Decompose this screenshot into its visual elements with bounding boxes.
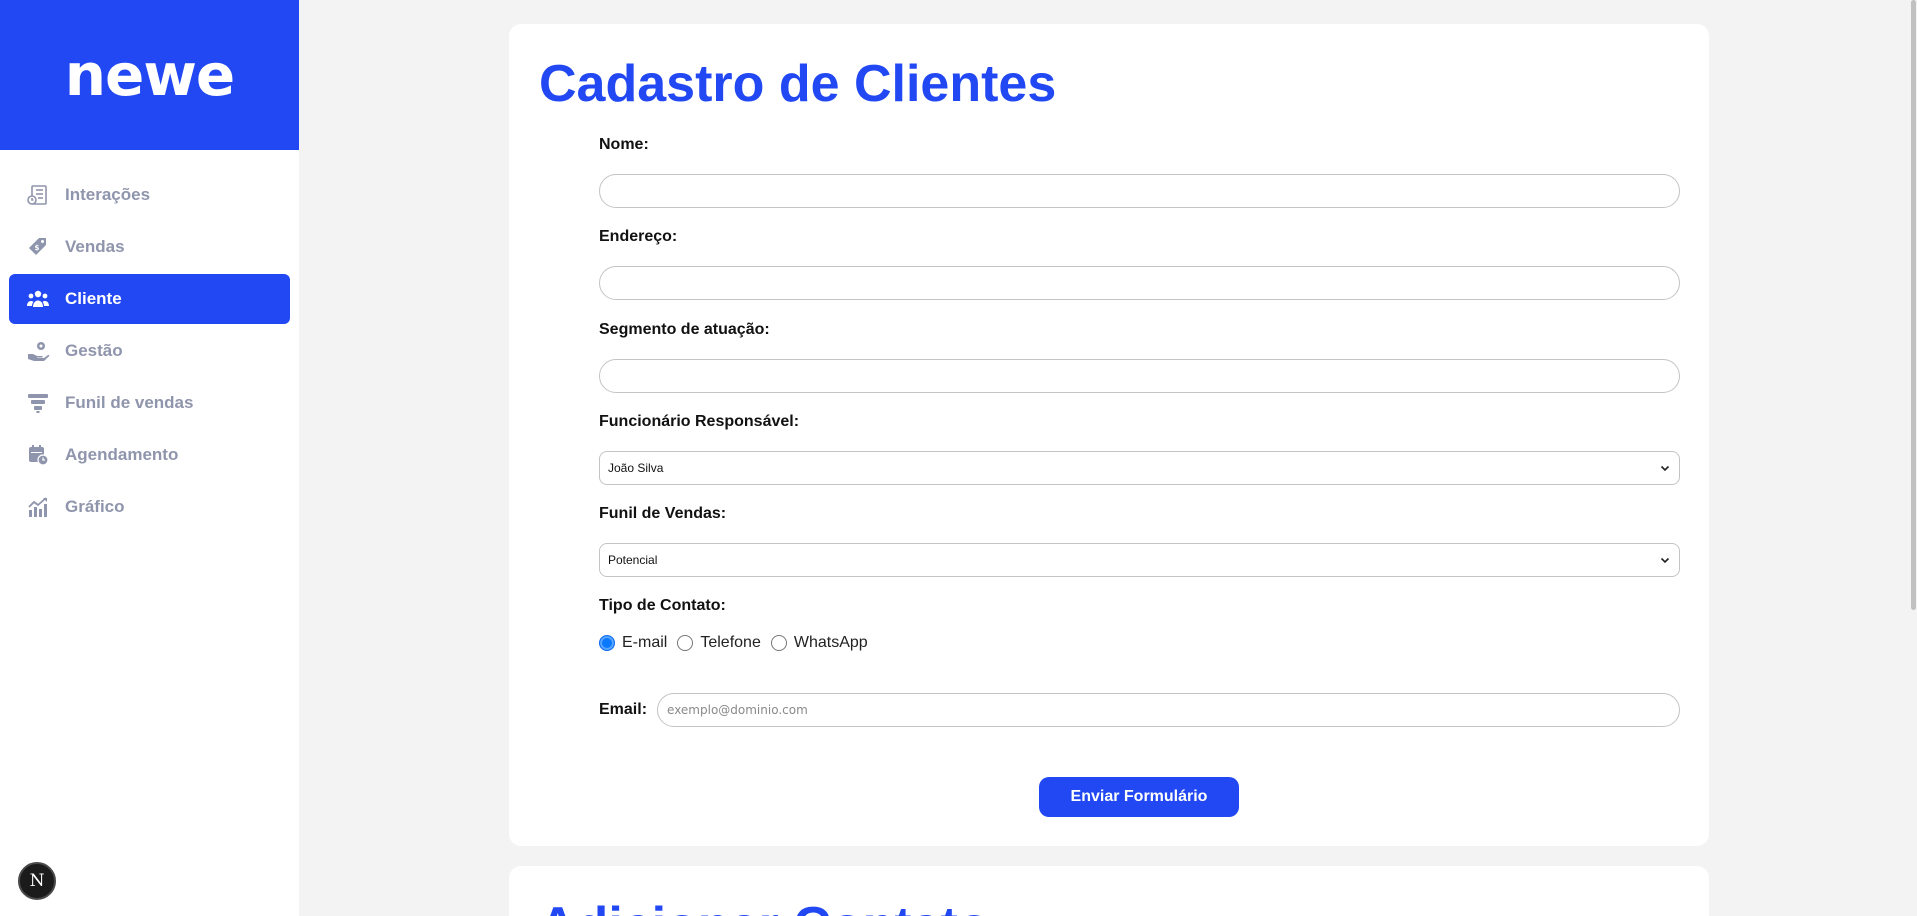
- sidebar-item-label: Interações: [65, 185, 151, 204]
- funil-select[interactable]: Potencial: [599, 543, 1680, 577]
- sidebar-item-gestao[interactable]: Gestão: [9, 326, 290, 376]
- sidebar-item-interacoes[interactable]: Interações: [9, 170, 290, 220]
- sidebar-item-grafico[interactable]: Gráfico: [9, 482, 290, 532]
- radio-button[interactable]: [677, 635, 694, 651]
- sidebar-item-label: Funil de vendas: [65, 393, 194, 412]
- radio-label: WhatsApp: [793, 634, 868, 651]
- sidebar: newe Interações $ Vendas Cliente Gestão: [0, 0, 299, 916]
- checklist-timer-icon: [26, 183, 50, 207]
- segmento-field[interactable]: [599, 359, 1680, 393]
- sidebar-item-cliente[interactable]: Cliente: [9, 274, 290, 324]
- chevron-down-icon: [1660, 557, 1670, 564]
- funil-selected-value: Potencial: [608, 553, 658, 567]
- sidebar-item-label: Cliente: [65, 289, 122, 308]
- tipo-contato-label: Tipo de Contato:: [599, 597, 726, 614]
- funil-label: Funil de Vendas:: [599, 505, 727, 522]
- users-icon: [26, 287, 50, 311]
- submit-button[interactable]: Enviar Formulário: [1039, 777, 1239, 817]
- sidebar-nav: Interações $ Vendas Cliente Gestão Funil…: [0, 170, 299, 532]
- nome-field[interactable]: [599, 174, 1680, 208]
- price-tag-icon: $: [26, 235, 50, 259]
- funcionario-label: Funcionário Responsável:: [599, 413, 800, 430]
- segmento-label: Segmento de atuação:: [599, 321, 770, 338]
- radio-telefone[interactable]: Telefone: [677, 634, 761, 652]
- page-title: Cadastro de Clientes: [539, 55, 1057, 113]
- chevron-down-icon: [1660, 465, 1670, 472]
- radio-label: Telefone: [700, 634, 761, 651]
- sidebar-item-agendamento[interactable]: Agendamento: [9, 430, 290, 480]
- funcionario-selected-value: João Silva: [608, 461, 664, 475]
- sidebar-item-label: Gráfico: [65, 497, 125, 516]
- email-row: Email:: [599, 693, 1681, 727]
- hand-gear-icon: [26, 339, 50, 363]
- radio-whatsapp[interactable]: WhatsApp: [770, 634, 868, 652]
- client-form-card: Cadastro de Clientes Nome: Endereço: Seg…: [509, 24, 1709, 846]
- endereco-label: Endereço:: [599, 228, 678, 245]
- calendar-clock-icon: [26, 443, 50, 467]
- page-scrollbar[interactable]: [1909, 0, 1917, 916]
- email-label: Email:: [599, 701, 648, 718]
- endereco-field[interactable]: [599, 266, 1680, 300]
- radio-label: E-mail: [622, 634, 668, 651]
- add-contact-card: Adicionar Contato: [509, 866, 1709, 916]
- sidebar-item-label: Gestão: [65, 341, 123, 360]
- radio-email[interactable]: E-mail: [599, 634, 667, 652]
- radio-button-checked[interactable]: [599, 635, 615, 651]
- sidebar-item-label: Vendas: [65, 237, 125, 256]
- chart-line-icon: [26, 495, 50, 519]
- tipo-contato-radio-group: E-mail Telefone WhatsApp: [599, 634, 878, 652]
- radio-button[interactable]: [770, 635, 787, 651]
- brand-logo[interactable]: newe: [65, 41, 236, 109]
- nome-label: Nome:: [599, 136, 649, 153]
- funnel-icon: [26, 391, 50, 415]
- section-title: Adicionar Contato: [539, 896, 990, 916]
- svg-text:$: $: [35, 244, 40, 252]
- sidebar-item-funil[interactable]: Funil de vendas: [9, 378, 290, 428]
- scrollbar-thumb[interactable]: [1911, 0, 1916, 610]
- email-field[interactable]: [657, 693, 1681, 727]
- sidebar-item-vendas[interactable]: $ Vendas: [9, 222, 290, 272]
- logo-header: newe: [0, 0, 299, 150]
- nextjs-icon[interactable]: N: [18, 862, 56, 900]
- sidebar-item-label: Agendamento: [65, 445, 179, 464]
- funcionario-select[interactable]: João Silva: [599, 451, 1680, 485]
